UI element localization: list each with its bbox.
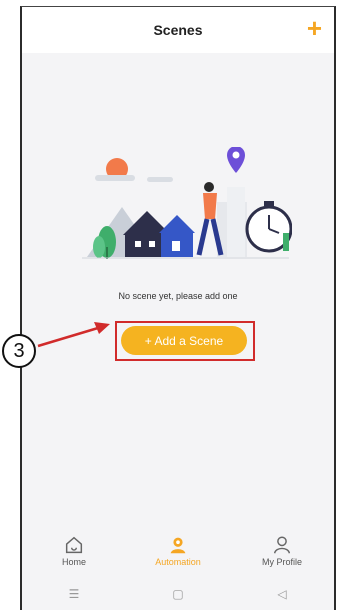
add-scene-plus-icon[interactable]: +	[307, 15, 322, 41]
automation-icon	[170, 537, 186, 554]
tab-home-label: Home	[61, 557, 86, 567]
phone-screen: Scenes + No scene yet, please add one + …	[20, 6, 336, 610]
add-scene-button[interactable]: + Add a Scene	[121, 326, 247, 355]
system-home-icon[interactable]: ▢	[158, 587, 198, 601]
tab-automation-label: Automation	[155, 557, 201, 567]
back-icon[interactable]: ◁	[262, 587, 302, 601]
bottom-tab-bar: Home Automation My Profile	[22, 528, 334, 578]
system-navigation-bar: ☰ ▢ ◁	[22, 578, 334, 610]
callout-arrow-icon	[37, 322, 110, 348]
tab-automation[interactable]: Automation	[133, 534, 223, 567]
page-title: Scenes	[153, 22, 203, 38]
header: Scenes +	[22, 7, 334, 53]
profile-icon	[273, 536, 291, 554]
tab-my-profile-label: My Profile	[261, 557, 302, 567]
menu-icon[interactable]: ☰	[54, 587, 94, 601]
tab-my-profile[interactable]: My Profile	[237, 534, 327, 567]
tab-home[interactable]: Home	[29, 534, 119, 567]
empty-state-message: No scene yet, please add one	[118, 291, 238, 301]
step-number-callout: 3	[2, 334, 36, 368]
add-scene-button-label: + Add a Scene	[144, 333, 224, 348]
empty-scenes-illustration	[82, 147, 292, 259]
home-icon	[65, 536, 83, 554]
